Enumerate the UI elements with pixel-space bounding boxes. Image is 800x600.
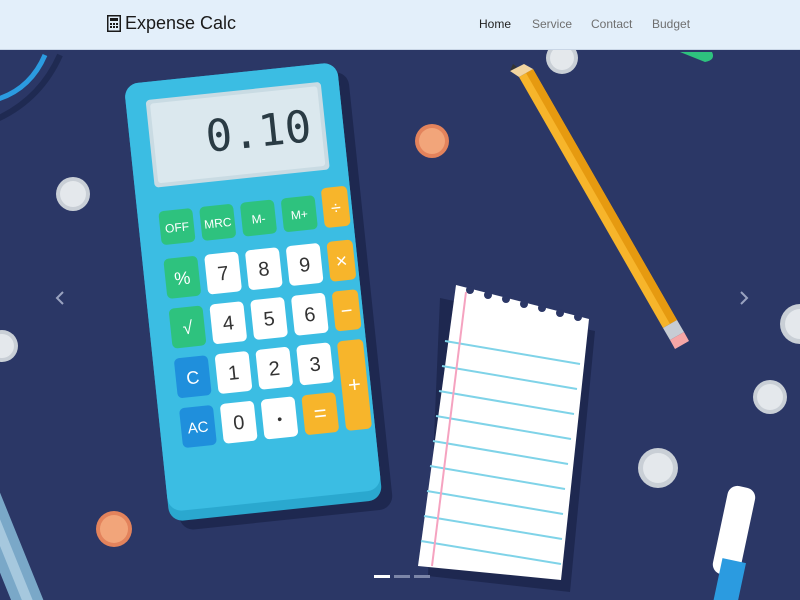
key-two: 2	[268, 358, 281, 381]
key-times: ×	[335, 250, 349, 273]
key-eight: 8	[257, 258, 270, 281]
nav-link-home[interactable]: Home	[479, 17, 511, 31]
key-one: 1	[227, 362, 240, 385]
key-mrc: MRC	[204, 215, 233, 232]
nav-link-service[interactable]: Service	[532, 17, 572, 31]
chevron-left-icon	[55, 291, 64, 305]
key-plus: +	[347, 371, 362, 397]
hero-carousel: 0.10 OFF MRC M- M+ ÷ % 7 8 9 × √ 4 5 6 −…	[0, 50, 800, 600]
key-equals: =	[313, 400, 328, 426]
key-seven: 7	[216, 263, 229, 286]
key-off: OFF	[164, 219, 189, 235]
calculator-illustration: 0.10 OFF MRC M- M+ ÷ % 7 8 9 × √ 4 5 6 −…	[125, 63, 393, 530]
carousel-indicator-2[interactable]	[394, 575, 410, 578]
carousel-indicator-3[interactable]	[414, 575, 430, 578]
carousel-indicators	[374, 575, 430, 578]
key-all-clear: AC	[187, 418, 210, 437]
key-five: 5	[262, 308, 275, 331]
notepad-decoration	[418, 285, 595, 592]
key-m-minus: M-	[251, 211, 266, 226]
nav-link-contact[interactable]: Contact	[591, 17, 632, 31]
chevron-right-icon	[740, 291, 749, 305]
key-minus: −	[340, 300, 354, 323]
key-m-plus: M+	[290, 207, 308, 223]
key-zero: 0	[232, 412, 245, 435]
nav-link-budget[interactable]: Budget	[652, 17, 690, 31]
hero-illustration: 0.10 OFF MRC M- M+ ÷ % 7 8 9 × √ 4 5 6 −…	[0, 50, 800, 600]
carousel-prev-button[interactable]	[50, 286, 70, 310]
key-four: 4	[222, 312, 235, 335]
key-six: 6	[303, 304, 316, 327]
key-percent: %	[173, 268, 191, 290]
key-clear: C	[185, 367, 200, 388]
key-three: 3	[308, 353, 321, 376]
carousel-indicator-1[interactable]	[374, 575, 390, 578]
main-nav: Home Service Contact Budget	[0, 17, 800, 37]
top-navbar: Expense Calc Home Service Contact Budget	[0, 0, 800, 50]
key-nine: 9	[298, 254, 311, 277]
carousel-next-button[interactable]	[734, 286, 754, 310]
